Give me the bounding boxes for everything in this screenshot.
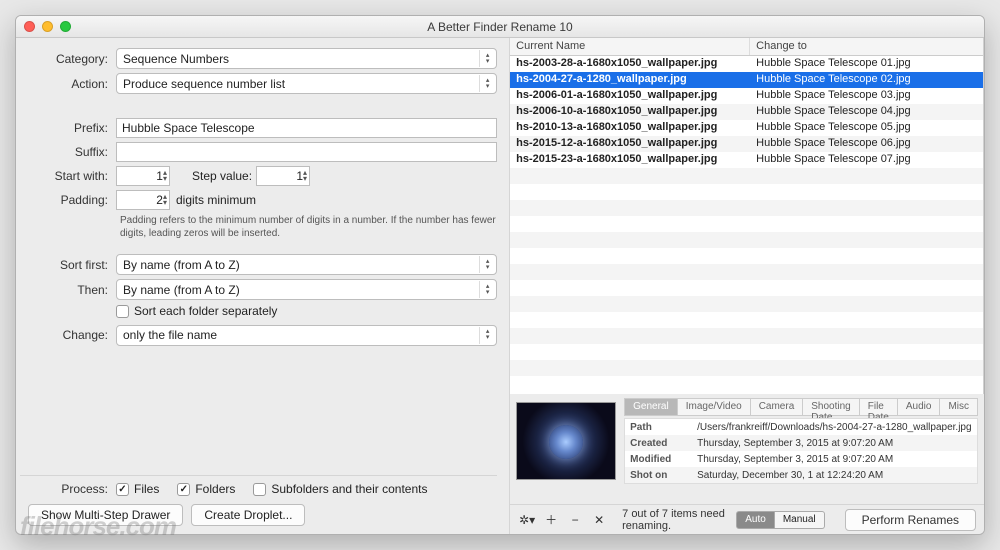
label-sortfirst: Sort first: [20,258,116,272]
sortfirst-popup[interactable]: By name (from A to Z) ▴▾ [116,254,497,275]
table-row[interactable] [510,216,983,232]
checkbox-icon [116,305,129,318]
table-row[interactable]: hs-2015-12-a-1680x1050_wallpaper.jpgHubb… [510,136,983,152]
remove-icon[interactable]: − [566,511,584,529]
padding-hint: Padding refers to the minimum number of … [120,214,497,240]
process-subfolders-checkbox[interactable]: Subfolders and their contents [253,482,427,496]
col-changeto[interactable]: Change to [750,38,983,55]
action-value: Produce sequence number list [123,77,285,91]
label-action: Action: [20,77,116,91]
then-popup[interactable]: By name (from A to Z) ▴▾ [116,279,497,300]
gear-icon[interactable]: ✲▾ [518,511,536,529]
chevron-updown-icon: ▴▾ [479,256,495,273]
stepvalue-stepper[interactable]: 1 ▴▾ [256,166,310,186]
tab-imagevideo[interactable]: Image/Video [677,398,750,416]
table-row[interactable] [510,200,983,216]
stepper-icon: ▴▾ [303,170,307,182]
table-row[interactable] [510,344,983,360]
settings-panel: Category: Sequence Numbers ▴▾ Action: Pr… [16,38,510,534]
close-icon[interactable]: ✕ [590,511,608,529]
metadata-tabs: GeneralImage/VideoCameraShooting DateFil… [624,398,978,416]
tab-general[interactable]: General [624,398,677,416]
label-suffix: Suffix: [20,145,116,159]
label-then: Then: [20,283,116,297]
tab-camera[interactable]: Camera [750,398,803,416]
table-row[interactable] [510,360,983,376]
checkbox-icon [253,483,266,496]
stepper-icon: ▴▾ [163,194,167,206]
change-popup[interactable]: only the file name ▴▾ [116,325,497,346]
tab-audio[interactable]: Audio [897,398,940,416]
chevron-updown-icon: ▴▾ [479,50,495,67]
minimize-icon[interactable] [42,21,53,32]
chevron-updown-icon: ▴▾ [479,75,495,92]
tab-misc[interactable]: Misc [939,398,978,416]
content: Category: Sequence Numbers ▴▾ Action: Pr… [16,38,984,534]
watermark: filehorse.com [20,511,176,542]
startwith-stepper[interactable]: 1 ▴▾ [116,166,170,186]
table-row[interactable] [510,232,983,248]
table-row[interactable]: hs-2015-23-a-1680x1050_wallpaper.jpgHubb… [510,152,983,168]
metadata-area: GeneralImage/VideoCameraShooting DateFil… [510,394,984,504]
table-row[interactable]: hs-2003-28-a-1680x1050_wallpaper.jpgHubb… [510,56,983,72]
create-droplet-button[interactable]: Create Droplet... [191,504,305,526]
table-row[interactable] [510,184,983,200]
chevron-updown-icon: ▴▾ [479,327,495,344]
label-padding: Padding: [20,193,116,207]
window-title: A Better Finder Rename 10 [16,20,984,34]
table-row[interactable]: hs-2006-10-a-1680x1050_wallpaper.jpgHubb… [510,104,983,120]
sort-each-folder-checkbox[interactable]: Sort each folder separately [116,304,277,318]
category-popup[interactable]: Sequence Numbers ▴▾ [116,48,497,69]
label-stepvalue: Step value: [192,169,252,183]
stepper-icon: ▴▾ [163,170,167,182]
suffix-input[interactable] [116,142,497,162]
perform-renames-button[interactable]: Perform Renames [845,509,976,531]
status-text: 7 out of 7 items need renaming. [622,508,730,532]
col-current[interactable]: Current Name [510,38,750,55]
table-row[interactable] [510,168,983,184]
tab-filedate[interactable]: File Date [859,398,897,416]
add-icon[interactable]: ＋ [542,511,560,529]
process-files-checkbox[interactable]: Files [116,482,159,496]
label-change: Change: [20,328,116,342]
mode-manual[interactable]: Manual [775,511,825,529]
table-row[interactable]: hs-2010-13-a-1680x1050_wallpaper.jpgHubb… [510,120,983,136]
table-row[interactable] [510,312,983,328]
close-icon[interactable] [24,21,35,32]
checkbox-icon [116,483,129,496]
table-row[interactable]: hs-2004-27-a-1280_wallpaper.jpgHubble Sp… [510,72,983,88]
checkbox-icon [177,483,190,496]
label-category: Category: [20,52,116,66]
table-row[interactable] [510,296,983,312]
label-startwith: Start with: [20,169,116,183]
tab-shootingdate[interactable]: Shooting Date [802,398,858,416]
titlebar: A Better Finder Rename 10 [16,16,984,38]
process-folders-checkbox[interactable]: Folders [177,482,235,496]
zoom-icon[interactable] [60,21,71,32]
preview-panel: Current Name Change to hs-2003-28-a-1680… [510,38,984,534]
table-row[interactable]: hs-2006-01-a-1680x1050_wallpaper.jpgHubb… [510,88,983,104]
mode-segment[interactable]: Auto Manual [736,511,824,529]
action-popup[interactable]: Produce sequence number list ▴▾ [116,73,497,94]
table-row[interactable] [510,264,983,280]
label-process: Process: [20,482,116,496]
app-window: A Better Finder Rename 10 Category: Sequ… [15,15,985,535]
prefix-input[interactable]: Hubble Space Telescope [116,118,497,138]
mode-auto[interactable]: Auto [736,511,775,529]
table-row[interactable] [510,376,983,392]
chevron-updown-icon: ▴▾ [479,281,495,298]
rename-table[interactable]: Current Name Change to hs-2003-28-a-1680… [510,38,984,394]
table-row[interactable] [510,248,983,264]
right-footer: ✲▾ ＋ − ✕ 7 out of 7 items need renaming.… [510,504,984,534]
padding-suffix: digits minimum [176,193,256,207]
padding-stepper[interactable]: 2 ▴▾ [116,190,170,210]
thumbnail-image [516,402,616,480]
table-row[interactable] [510,328,983,344]
label-prefix: Prefix: [20,121,116,135]
category-value: Sequence Numbers [123,52,229,66]
table-row[interactable] [510,280,983,296]
